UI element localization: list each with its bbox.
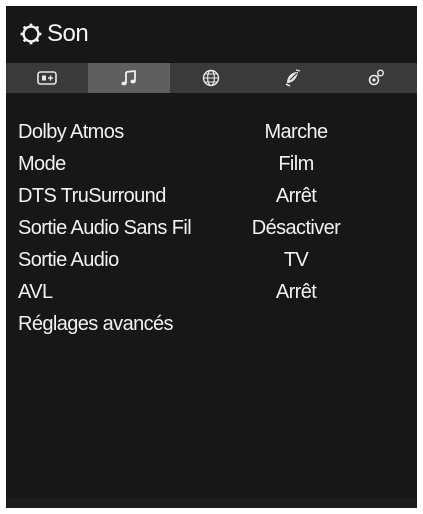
page-title: Son bbox=[47, 20, 89, 47]
setting-row-wireless-audio-out[interactable]: Sortie Audio Sans Fil Désactiver bbox=[6, 212, 417, 244]
setting-row-dolby-atmos[interactable]: Dolby Atmos Marche bbox=[6, 116, 417, 148]
setting-value: Film bbox=[278, 153, 314, 175]
settings-list: Dolby Atmos Marche Mode Film DTS TruSurr… bbox=[6, 116, 417, 340]
tab-picture[interactable] bbox=[6, 63, 88, 93]
setting-value: TV bbox=[283, 249, 309, 271]
tab-sound[interactable] bbox=[88, 63, 170, 93]
tab-system[interactable] bbox=[334, 63, 417, 93]
setting-label: Sortie Audio Sans Fil bbox=[18, 217, 192, 239]
setting-value: Désactiver bbox=[251, 217, 341, 239]
setting-row-avl[interactable]: AVL Arrêt bbox=[6, 276, 417, 308]
setting-value: Arrêt bbox=[275, 281, 317, 303]
setting-label: Sortie Audio bbox=[18, 249, 119, 271]
setting-row-dts-trusurround[interactable]: DTS TruSurround Arrêt bbox=[6, 180, 417, 212]
setting-label: Dolby Atmos bbox=[18, 121, 124, 143]
setting-value: Arrêt bbox=[275, 185, 317, 207]
setting-label: Réglages avancés bbox=[18, 313, 174, 335]
globe-icon bbox=[202, 69, 220, 87]
menu-header: Son bbox=[6, 6, 417, 62]
satellite-dish-icon bbox=[284, 69, 302, 87]
tab-bar bbox=[6, 63, 417, 93]
picture-icon bbox=[37, 71, 57, 85]
setting-label: AVL bbox=[18, 281, 53, 303]
menu-footer bbox=[6, 498, 417, 508]
setting-label: Mode bbox=[18, 153, 66, 175]
setting-row-audio-out[interactable]: Sortie Audio TV bbox=[6, 244, 417, 276]
gear-icon bbox=[20, 23, 42, 45]
tab-network[interactable] bbox=[170, 63, 252, 93]
setting-row-mode[interactable]: Mode Film bbox=[6, 148, 417, 180]
music-note-icon bbox=[120, 69, 138, 87]
setting-label: DTS TruSurround bbox=[18, 185, 166, 207]
setting-value: Marche bbox=[264, 121, 328, 143]
sound-menu-panel: Son Dolby Atmos Marche Mode Film DTS Tru… bbox=[6, 6, 417, 508]
settings-icon bbox=[367, 69, 385, 87]
tab-installation[interactable] bbox=[252, 63, 334, 93]
setting-row-advanced-settings[interactable]: Réglages avancés bbox=[6, 308, 417, 340]
